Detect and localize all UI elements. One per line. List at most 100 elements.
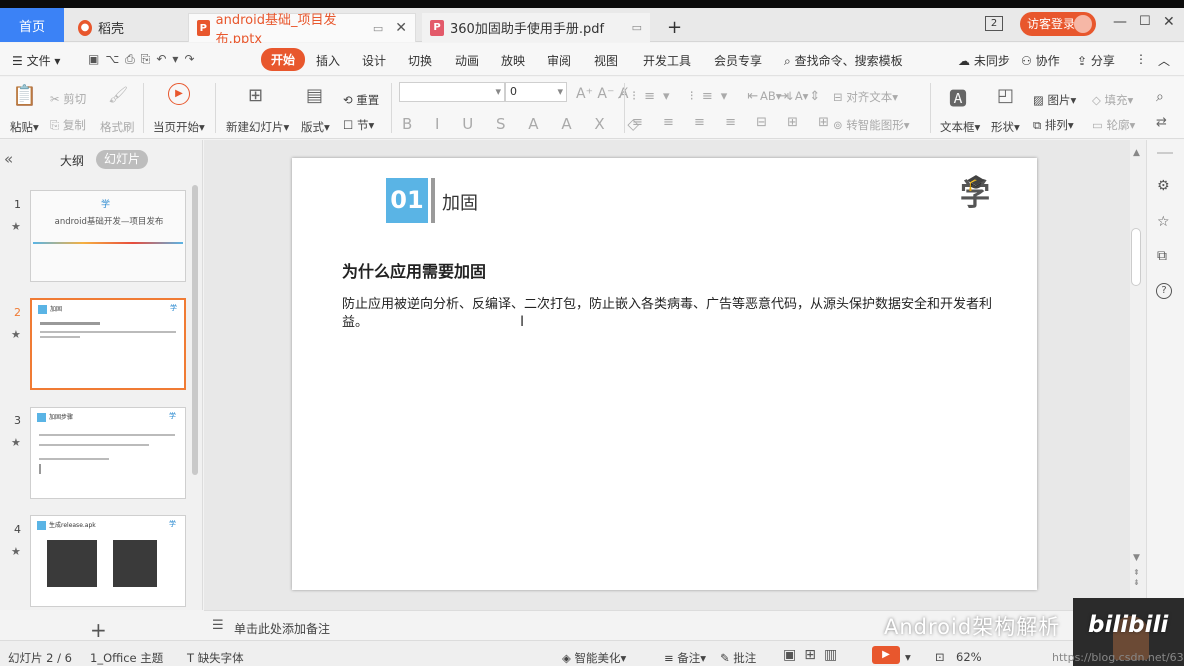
sync-status[interactable]: ☁ 未同步	[958, 52, 1010, 69]
tab-daoke[interactable]: ● 稻壳	[70, 13, 182, 42]
close-tab-icon[interactable]: ✕	[395, 20, 407, 36]
slide-thumb-4[interactable]: 生成release.apk 学	[30, 515, 186, 607]
collapse-ribbon-icon[interactable]: ︿	[1158, 52, 1170, 69]
tab-outline[interactable]: 大纲	[60, 152, 84, 169]
play-dropdown-icon[interactable]: ▾	[905, 650, 911, 664]
collapse-panel-icon[interactable]: «	[4, 150, 13, 168]
editor-scrollbar[interactable]: ▲ ▼ ⇞ ⇟	[1130, 140, 1146, 610]
menu-transition[interactable]: 切换	[408, 52, 432, 69]
menu-design[interactable]: 设计	[362, 52, 386, 69]
font-size-buttons[interactable]: A⁺ A⁻ A̸	[576, 86, 628, 102]
slide-thumb-1[interactable]: 学 android基础开发—项目发布	[30, 190, 186, 282]
textbox-button[interactable]: 文本框▾	[940, 119, 980, 135]
help-icon[interactable]: ?	[1156, 283, 1172, 299]
slide-thumbnail-panel: « 大纲 幻灯片 1 ★ 学 android基础开发—项目发布 2 ★ 加固 学…	[0, 140, 203, 642]
play-icon[interactable]: ▶	[168, 83, 190, 105]
layout-icon[interactable]: ▤	[306, 85, 323, 106]
paste-button[interactable]: 粘贴▾	[10, 119, 39, 135]
play-slideshow-button[interactable]: ▶	[872, 646, 900, 664]
menu-slideshow[interactable]: 放映	[501, 52, 525, 69]
window-count-icon[interactable]: 2	[985, 16, 1003, 31]
outline-icon: ▭	[1092, 118, 1103, 132]
missing-font-button[interactable]: T 缺失字体	[187, 650, 244, 666]
textbox-icon[interactable]: 🅰	[949, 85, 967, 111]
shape-icon[interactable]: ◰	[997, 85, 1014, 106]
find-icon[interactable]: ⌕	[1156, 89, 1164, 105]
from-current-button[interactable]: 当页开始▾	[153, 119, 205, 135]
close-window-icon[interactable]: ✕	[1163, 14, 1175, 30]
page-nav-icons[interactable]: ⇞ ⇟	[1133, 568, 1140, 588]
monitor-icon[interactable]: ▭	[632, 21, 642, 34]
section-button[interactable]: ☐ 节▾	[343, 117, 374, 133]
copy-button[interactable]: ⎘ 复制	[50, 117, 86, 133]
theme-name[interactable]: 1_Office 主题	[90, 650, 163, 666]
add-slide-button[interactable]: +	[90, 618, 107, 642]
paragraph-align-buttons[interactable]: ≡ ≡ ≡ ≡ ⊟ ⊞ ⊞	[632, 115, 837, 130]
duplicate-icon[interactable]: ⧉	[1157, 248, 1167, 264]
format-painter-button[interactable]: 格式刷	[100, 119, 135, 135]
drag-handle[interactable]	[1157, 152, 1173, 154]
text-direction-icons[interactable]: AB▾ ↓A▾	[760, 89, 808, 103]
tab-pptx[interactable]: P android基础_项目发布.pptx ▭ ✕	[188, 13, 416, 47]
menu-file[interactable]: ☰ 文件 ▾	[12, 52, 60, 69]
notes-toggle[interactable]: ≡ 备注▾	[664, 650, 706, 666]
menu-review[interactable]: 审阅	[547, 52, 571, 69]
slide-canvas[interactable]: 01 加固 学 🎓 为什么应用需要加固 防止应用被逆向分析、反编译、二次打包，防…	[292, 158, 1037, 590]
scroll-thumb[interactable]	[1131, 228, 1141, 286]
thumb-screenshot	[113, 540, 157, 587]
notes-placeholder[interactable]: 单击此处添加备注	[234, 620, 330, 637]
minimize-icon[interactable]: —	[1113, 14, 1127, 30]
slide-thumb-3[interactable]: 加固步骤 学	[30, 407, 186, 499]
smart-shape-button[interactable]: ⊚ 转智能图形▾	[833, 117, 910, 133]
arrange-button[interactable]: ⧉ 排列▾	[1033, 117, 1074, 133]
fit-window-icon[interactable]: ⊡	[935, 650, 945, 664]
collab-button[interactable]: ⚇ 协作	[1021, 52, 1060, 69]
cut-button[interactable]: ✂ 剪切	[50, 91, 86, 107]
quick-access-icons[interactable]: ▣⌥⎙⎘↶▾↷	[88, 52, 201, 67]
zoom-level[interactable]: 62%	[956, 650, 982, 664]
slide-subheading[interactable]: 为什么应用需要加固	[342, 258, 486, 282]
slide-title[interactable]: 加固	[442, 189, 478, 215]
slide-body-text[interactable]: 防止应用被逆向分析、反编译、二次打包，防止嵌入各类病毒、广告等恶意代码，从源头保…	[342, 296, 992, 332]
visitor-login-button[interactable]: 访客登录	[1020, 12, 1096, 36]
beautify-button[interactable]: ◈ 智能美化▾	[562, 650, 626, 666]
menu-start[interactable]: 开始	[261, 48, 306, 71]
menu-developer[interactable]: 开发工具	[643, 52, 691, 69]
paste-icon[interactable]: 📋	[12, 83, 37, 107]
command-search[interactable]: ⌕ 查找命令、搜索模板	[784, 52, 903, 69]
panel-scrollbar[interactable]	[192, 185, 198, 475]
tab-home[interactable]: 首页	[0, 8, 64, 42]
view-mode-buttons[interactable]: ▣⊞▥	[783, 647, 845, 663]
format-painter-icon[interactable]: 🖌	[108, 85, 128, 104]
new-slide-button[interactable]: 新建幻灯片▾	[226, 119, 289, 135]
scroll-up-icon[interactable]: ▲	[1133, 148, 1140, 158]
new-tab-button[interactable]: +	[667, 17, 682, 38]
maximize-icon[interactable]: ☐	[1139, 14, 1151, 29]
fill-button[interactable]: ◇ 填充▾	[1092, 92, 1133, 108]
replace-icon[interactable]: ⇄	[1156, 115, 1167, 130]
font-size-select[interactable]: 0 ▾	[505, 82, 567, 102]
menu-member[interactable]: 会员专享	[714, 52, 762, 69]
share-button[interactable]: ⇪ 分享	[1077, 52, 1115, 69]
picture-button[interactable]: ▨ 图片▾	[1033, 92, 1076, 108]
monitor-icon[interactable]: ▭	[373, 22, 383, 35]
align-text-button[interactable]: ⊟ 对齐文本▾	[833, 89, 898, 105]
shape-button[interactable]: 形状▾	[991, 119, 1020, 135]
reset-button[interactable]: ⟲ 重置	[343, 92, 379, 108]
menu-animation[interactable]: 动画	[455, 52, 479, 69]
tab-pdf[interactable]: P 360加固助手使用手册.pdf ▭	[422, 13, 650, 42]
menu-view[interactable]: 视图	[594, 52, 618, 69]
scroll-down-icon[interactable]: ▼	[1133, 553, 1140, 563]
settings-sliders-icon[interactable]: ⚙	[1157, 178, 1170, 194]
tab-slides[interactable]: 幻灯片	[96, 150, 148, 169]
slide-thumb-2[interactable]: 加固 学	[30, 298, 186, 390]
layout-button[interactable]: 版式▾	[301, 119, 330, 135]
star-pin-icon[interactable]: ☆	[1157, 214, 1170, 230]
menu-insert[interactable]: 插入	[316, 52, 340, 69]
more-icon[interactable]: ⋮	[1135, 52, 1147, 66]
comments-toggle[interactable]: ✎ 批注	[720, 650, 756, 666]
outline-button[interactable]: ▭ 轮廓▾	[1092, 117, 1135, 133]
font-family-select[interactable]: ▾	[399, 82, 505, 102]
text-style-buttons[interactable]: B I U S A A X ◇	[402, 115, 648, 133]
new-slide-icon[interactable]: ⊞	[248, 85, 263, 106]
